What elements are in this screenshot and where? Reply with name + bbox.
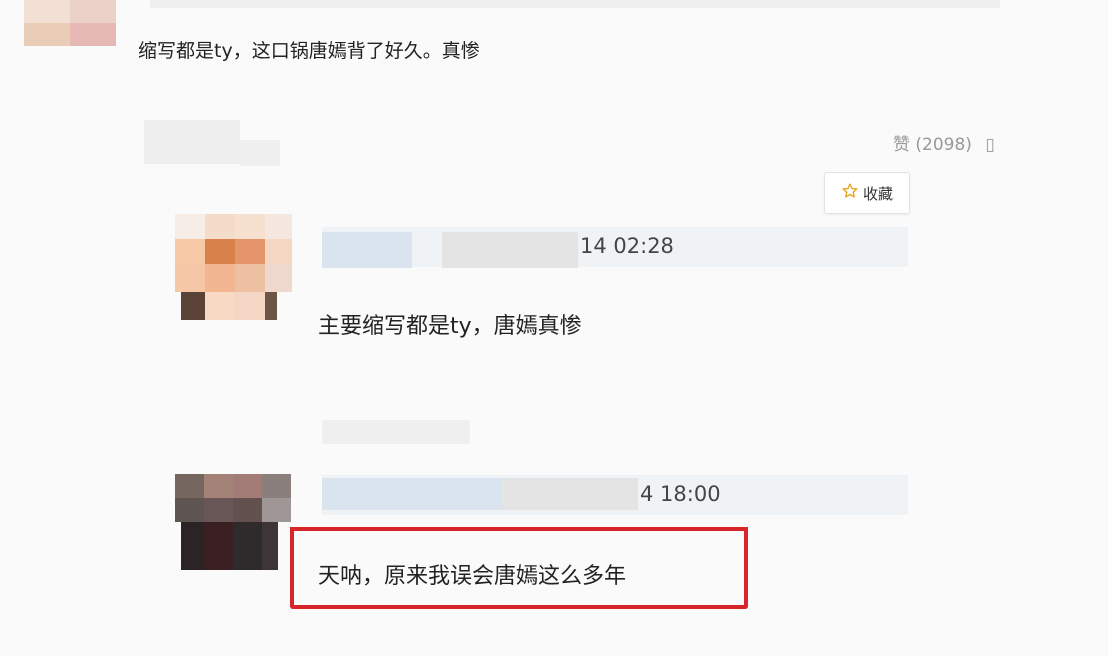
like-button[interactable]: 赞 (2098) ▯	[893, 130, 995, 155]
like-label: 赞	[893, 135, 910, 155]
username-blur	[322, 232, 412, 268]
comment-text: 天呐，原来我误会唐嫣这么多年	[318, 564, 627, 589]
comment-text: 主要缩写都是ty，唐嫣真惨	[318, 314, 582, 339]
username-blur	[442, 232, 578, 268]
comment-time: 14 02:28	[580, 234, 674, 258]
comment-avatar	[175, 474, 291, 570]
comment-avatar	[175, 214, 292, 320]
top-avatar	[24, 0, 116, 46]
comment-time: 4 18:00	[640, 482, 721, 506]
reply-icon: ▯	[985, 135, 995, 155]
top-name-blur	[150, 0, 1000, 8]
username-blur	[322, 478, 502, 510]
commenter-name-blur	[322, 420, 470, 444]
like-count: (2098)	[915, 135, 972, 155]
commenter-name-blur	[144, 120, 240, 164]
favorite-button[interactable]: 收藏	[824, 172, 910, 214]
commenter-name-blur	[240, 140, 280, 166]
top-comment-text: 缩写都是ty，这口锅唐嫣背了好久。真惨	[138, 40, 480, 62]
favorite-label: 收藏	[862, 184, 893, 203]
username-blur	[502, 478, 638, 510]
star-icon	[841, 182, 859, 204]
